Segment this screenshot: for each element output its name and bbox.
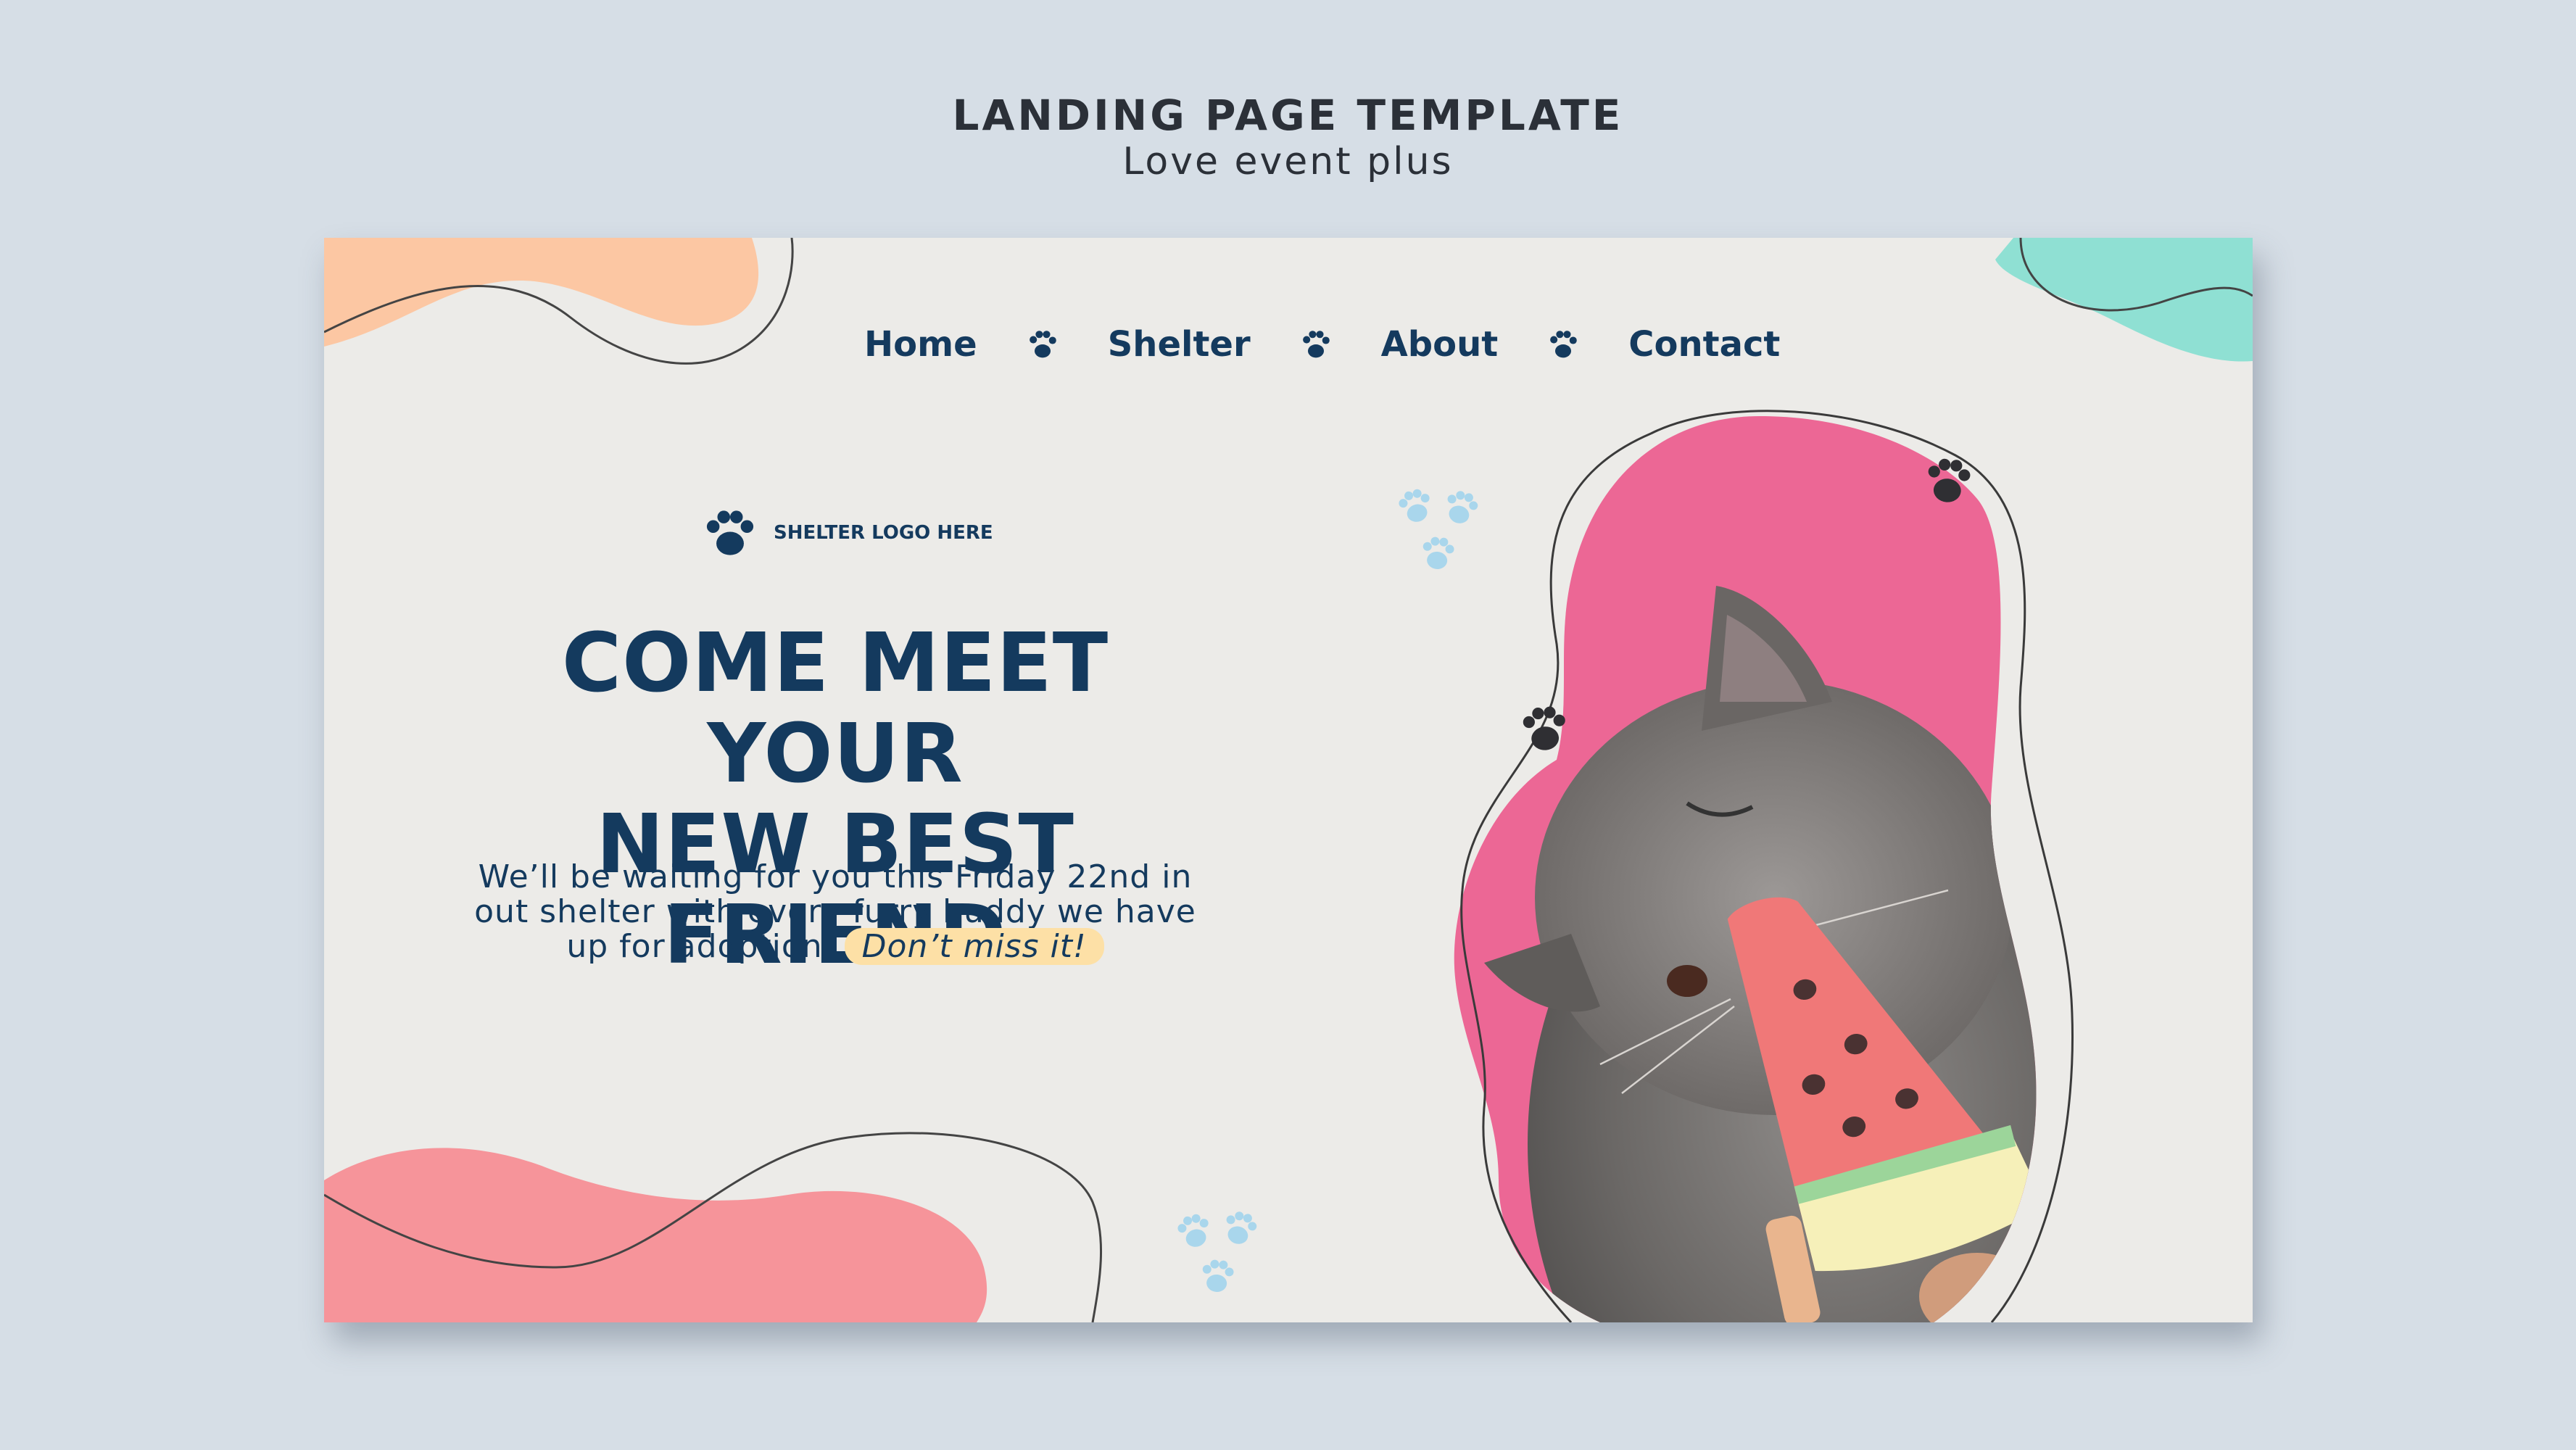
mint-blob [1995,238,2253,362]
shelter-logo[interactable]: SHELTER LOGO HERE [701,508,993,558]
body-line-1: We’ll be waiting for you this Friday 22n… [478,858,1193,895]
paw-icon [706,510,754,555]
body-line-3: up for adoption. Don’t miss it! [433,928,1238,965]
paw-cluster-bottom [1177,1211,1257,1292]
hero-body: We’ll be waiting for you this Friday 22n… [433,858,1238,965]
paw-cluster-top [1399,489,1478,569]
peach-blob [324,238,759,347]
page-header-title: LANDING PAGE TEMPLATE [952,91,1624,140]
dont-miss-highlight: Don’t miss it! [844,928,1104,965]
body-line-2: out shelter with every furry buddy we ha… [474,893,1196,930]
headline-line-1: COME MEET YOUR [561,616,1109,801]
nav-home-link[interactable]: Home [864,324,977,365]
logo-text: SHELTER LOGO HERE [774,522,993,544]
paw-icon [1029,331,1056,358]
cat-photo [1454,416,2037,1322]
body-line-3-text: up for adoption. [566,928,834,965]
nav-shelter-link[interactable]: Shelter [1108,324,1251,365]
page-header-subtitle: Love event plus [1122,140,1454,183]
nav-contact-link[interactable]: Contact [1628,324,1780,365]
nav-about-link[interactable]: About [1381,324,1499,365]
top-nav: Home Shelter About Contact [864,319,1780,370]
paw-icon [1550,331,1578,358]
landing-page-card: Home Shelter About Contact SHELTER LOGO … [324,238,2253,1322]
paw-icon [1302,331,1330,358]
